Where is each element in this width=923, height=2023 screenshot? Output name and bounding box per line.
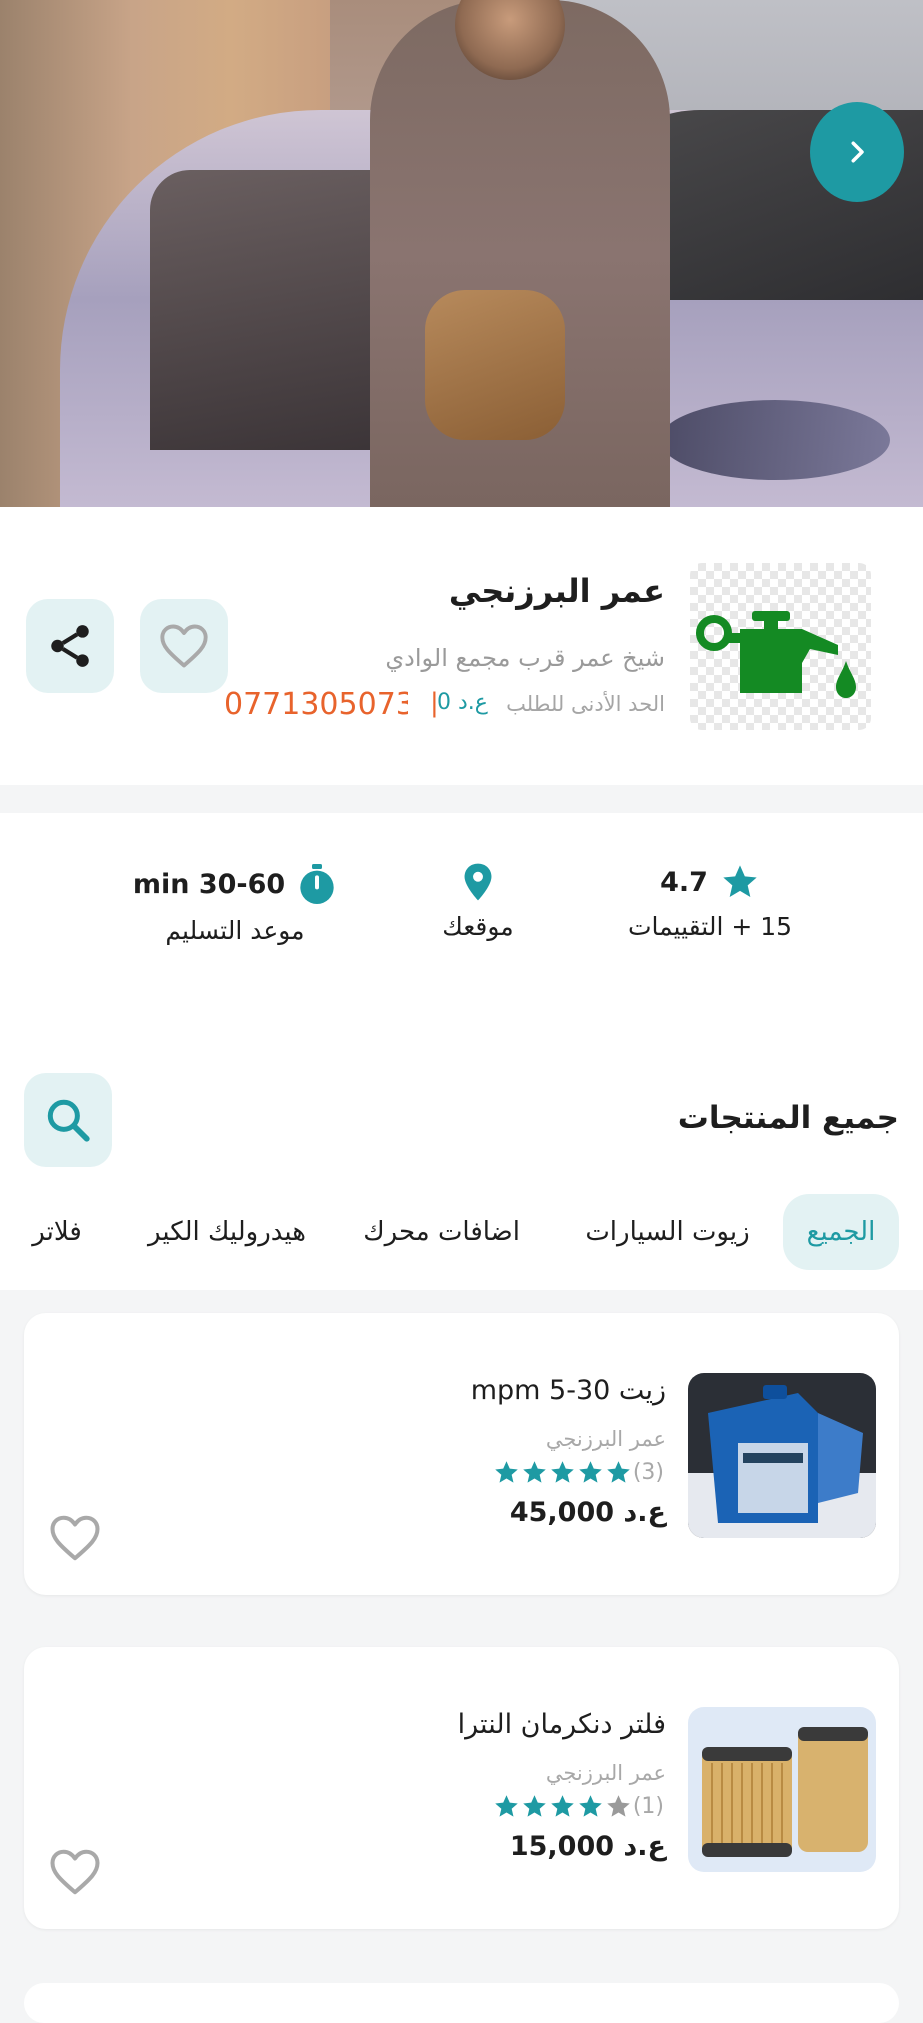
star-icon (551, 1461, 574, 1483)
cover-car-headlight (660, 400, 890, 480)
favorite-store-button[interactable] (140, 599, 228, 693)
cover-person-jacket (425, 290, 565, 440)
product-card[interactable]: زيت 30-5 mpm عمر البرزنجي (3) ع.د 45,000 (24, 1313, 899, 1595)
tab-all[interactable]: الجميع (783, 1194, 899, 1270)
section-title: جميع المنتجات (677, 1100, 899, 1136)
heart-outline-icon (50, 1515, 100, 1561)
star-icon (579, 1461, 602, 1483)
store-address: شيخ عمر قرب مجمع الوادي (385, 644, 665, 672)
product-store: عمر البرزنجي (545, 1761, 666, 1785)
star-empty-icon (607, 1795, 630, 1817)
stopwatch-icon (300, 864, 334, 904)
tab-engine-additives[interactable]: اضافات محرك (363, 1194, 520, 1270)
location-info[interactable]: موقعك (418, 862, 538, 941)
star-icon (523, 1795, 546, 1817)
rating-count: (1) (632, 1794, 664, 1819)
product-image (688, 1373, 876, 1538)
delivery-label: موعد التسليم (165, 916, 305, 945)
min-order-value: ع.د 0 (437, 690, 488, 715)
map-pin-icon (464, 863, 492, 901)
heart-outline-icon (50, 1849, 100, 1895)
tab-filters[interactable]: فلاتر (26, 1194, 88, 1270)
product-rating: (1) (493, 1793, 666, 1820)
product-image (688, 1707, 876, 1872)
oil-can-icon (696, 611, 856, 698)
favorite-product-button[interactable] (48, 1845, 102, 1899)
store-name: عمر البرزنجي (448, 572, 665, 610)
share-button[interactable] (26, 599, 114, 693)
rating-value: 4.7 (660, 866, 708, 898)
rating-count-label: 15 + التقييمات (627, 912, 793, 941)
rating-count: (3) (632, 1460, 664, 1485)
star-icon (495, 1795, 518, 1817)
heart-outline-icon (160, 624, 208, 668)
star-icon (607, 1461, 630, 1483)
delivery-time: min 30-60 (132, 868, 286, 900)
product-card-peek (24, 1983, 899, 2023)
product-store: عمر البرزنجي (545, 1427, 666, 1451)
product-card[interactable]: فلتر دنكرمان النترا عمر البرزنجي (1) ع.د… (24, 1647, 899, 1929)
store-logo (690, 563, 871, 730)
favorite-product-button[interactable] (48, 1511, 102, 1565)
delivery-info: min 30-60 موعد التسليم (130, 862, 340, 945)
chevron-right-icon (851, 141, 864, 163)
category-tabs: الجميع زيوت السيارات اضافات محرك هيدرولي… (0, 1194, 923, 1270)
min-order-label: الحد الأدنى للطلب (506, 692, 665, 716)
location-label: موقعك (442, 912, 514, 941)
product-name: فلتر دنكرمان النترا (457, 1709, 666, 1740)
star-icon (523, 1461, 546, 1483)
tab-gear-hydraulic[interactable]: هيدروليك الكير (148, 1194, 306, 1270)
product-name: زيت 30-5 mpm (470, 1375, 666, 1406)
star-icon (495, 1461, 518, 1483)
star-icon (579, 1795, 602, 1817)
product-price: ع.د 45,000 (509, 1497, 666, 1528)
product-price: ع.د 15,000 (509, 1831, 666, 1862)
product-rating: (3) (493, 1459, 666, 1486)
search-button[interactable] (24, 1073, 112, 1167)
star-icon (723, 865, 757, 897)
store-cover-image (0, 0, 923, 507)
rating-info[interactable]: 4.7 15 + التقييمات (620, 862, 800, 941)
section-divider (0, 785, 923, 813)
store-phone[interactable]: 07713050733 (224, 687, 408, 722)
search-icon (47, 1099, 90, 1142)
tab-car-oils[interactable]: زيوت السيارات (585, 1194, 750, 1270)
phone-separator: | (430, 688, 439, 718)
cover-car-window (150, 170, 400, 450)
next-button[interactable] (810, 102, 904, 202)
share-icon (51, 625, 89, 667)
star-icon (551, 1795, 574, 1817)
